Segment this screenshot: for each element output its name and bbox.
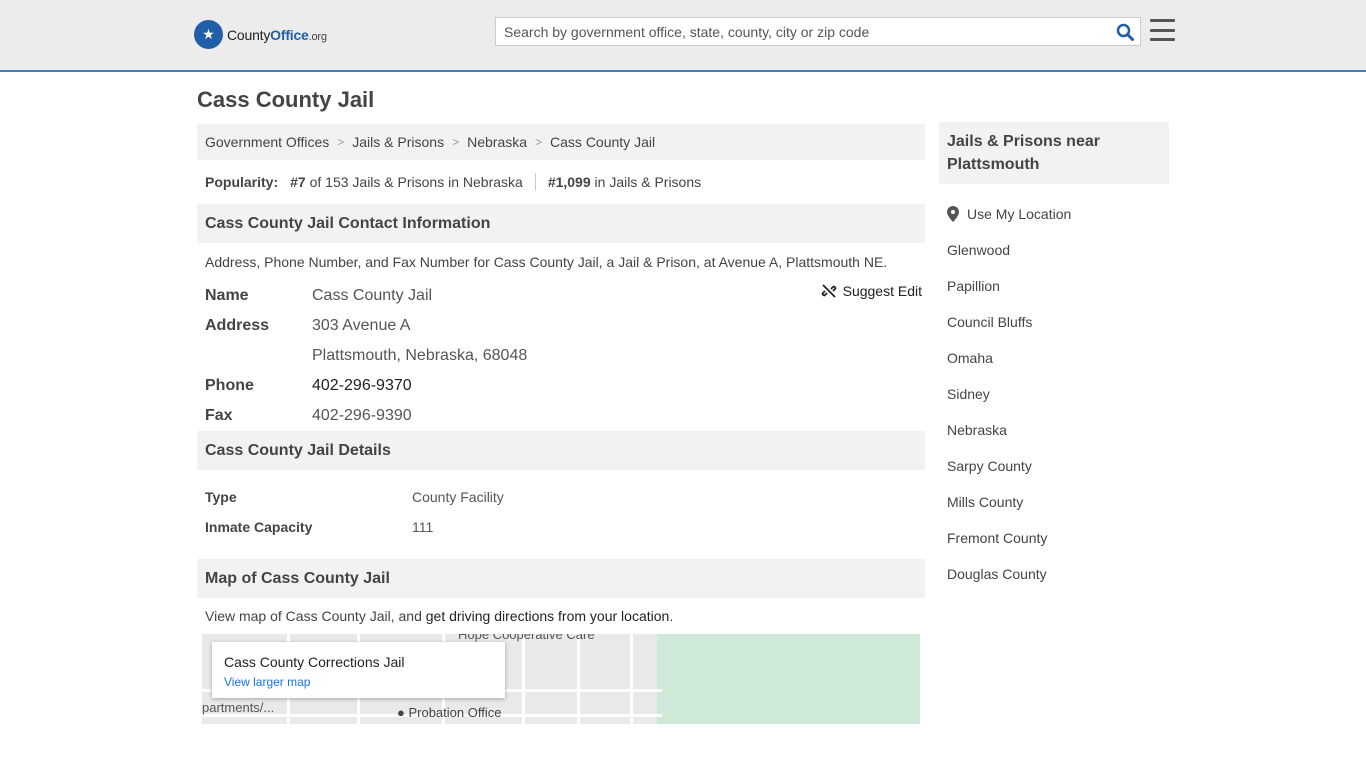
use-location-link[interactable]: Use My Location <box>967 206 1071 222</box>
state-rank: #7 <box>290 174 306 190</box>
suggest-edit-link[interactable]: Suggest Edit <box>843 283 922 299</box>
sidebar-link[interactable]: Nebraska <box>947 422 1007 438</box>
name-value: Cass County Jail <box>312 287 433 304</box>
search-input[interactable] <box>496 18 1110 45</box>
logo-wordmark: CountyOffice.org <box>227 26 327 43</box>
capacity-row: Inmate Capacity 111 <box>205 512 917 542</box>
name-label: Name <box>205 287 249 304</box>
suggest-edit[interactable]: Suggest Edit <box>821 283 922 299</box>
breadcrumb-government-offices[interactable]: Government Offices <box>205 134 329 150</box>
phone-row: Phone 402-296-9370 <box>205 371 917 401</box>
sidebar-link[interactable]: Fremont County <box>947 530 1047 546</box>
sidebar-list: Use My Location Glenwood Papillion Counc… <box>939 196 1169 592</box>
map-label-probation: ● Probation Office <box>397 705 502 720</box>
sidebar-item-sarpy-county[interactable]: Sarpy County <box>947 448 1169 484</box>
embedded-map[interactable]: Hope Cooperative Care partments/... ● Pr… <box>202 634 920 724</box>
map-label-hope: Hope Cooperative Care <box>458 634 595 642</box>
sidebar-item-fremont-county[interactable]: Fremont County <box>947 520 1169 556</box>
sidebar-link[interactable]: Glenwood <box>947 242 1010 258</box>
chevron-right-icon: > <box>337 135 345 149</box>
sidebar-item-council-bluffs[interactable]: Council Bluffs <box>947 304 1169 340</box>
national-rank-text: in Jails & Prisons <box>594 174 702 190</box>
capacity-label: Inmate Capacity <box>205 519 313 535</box>
sidebar-link[interactable]: Omaha <box>947 350 993 366</box>
address-line1: 303 Avenue A <box>312 317 411 334</box>
site-header: ★ CountyOffice.org <box>0 0 1366 72</box>
breadcrumb-nebraska[interactable]: Nebraska <box>467 134 527 150</box>
fax-value: 402-296-9390 <box>312 407 412 424</box>
breadcrumb-current: Cass County Jail <box>550 134 656 150</box>
county-seal-icon: ★ <box>194 20 223 49</box>
unlink-icon <box>821 284 837 298</box>
fax-row: Fax 402-296-9390 <box>205 401 917 431</box>
sidebar-link[interactable]: Sidney <box>947 386 990 402</box>
fax-label: Fax <box>205 407 233 424</box>
sidebar: Jails & Prisons near Plattsmouth Use My … <box>939 122 1169 592</box>
breadcrumb-jails-prisons[interactable]: Jails & Prisons <box>352 134 444 150</box>
address-row: Address 303 Avenue A <box>205 311 917 341</box>
map-road <box>630 634 633 724</box>
map-park-area <box>657 634 920 724</box>
search-icon <box>1116 23 1134 41</box>
type-label: Type <box>205 489 237 505</box>
sidebar-item-papillion[interactable]: Papillion <box>947 268 1169 304</box>
map-desc-suffix: . <box>669 608 674 624</box>
search-button[interactable] <box>1110 18 1140 45</box>
map-heading: Map of Cass County Jail <box>197 559 925 598</box>
sidebar-link[interactable]: Papillion <box>947 278 1000 294</box>
name-row: Name Cass County Jail <box>205 281 917 311</box>
national-rank: #1,099 <box>547 174 591 190</box>
contact-info: Suggest Edit Name Cass County Jail Addres… <box>197 281 925 481</box>
view-larger-map-link[interactable]: View larger map <box>224 675 493 689</box>
breadcrumb: Government Offices > Jails & Prisons > N… <box>197 124 925 160</box>
chevron-right-icon: > <box>452 135 460 149</box>
use-my-location[interactable]: Use My Location <box>947 196 1169 232</box>
map-label-apartments: partments/... <box>202 700 275 715</box>
sidebar-item-omaha[interactable]: Omaha <box>947 340 1169 376</box>
type-row: Type County Facility <box>205 482 917 512</box>
driving-directions-link[interactable]: get driving directions from your locatio… <box>426 608 670 624</box>
sidebar-item-douglas-county[interactable]: Douglas County <box>947 556 1169 592</box>
sidebar-link[interactable]: Douglas County <box>947 566 1047 582</box>
map-description: View map of Cass County Jail, and get dr… <box>197 598 925 634</box>
map-road <box>522 634 525 724</box>
chevron-right-icon: > <box>535 135 543 149</box>
map-infobox: Cass County Corrections Jail View larger… <box>212 642 505 698</box>
contact-heading: Cass County Jail Contact Information <box>197 204 925 243</box>
map-road <box>577 634 580 724</box>
type-value: County Facility <box>412 489 504 505</box>
phone-label: Phone <box>205 377 254 394</box>
address-row-2: Plattsmouth, Nebraska, 68048 <box>205 341 917 371</box>
sidebar-link[interactable]: Sarpy County <box>947 458 1032 474</box>
details-table: Type County Facility Inmate Capacity 111 <box>197 470 925 559</box>
map-desc-text: View map of Cass County Jail, and <box>205 608 426 624</box>
popularity-bar: Popularity: #7 of 153 Jails & Prisons in… <box>197 160 925 204</box>
address-label: Address <box>205 317 270 334</box>
sidebar-item-nebraska[interactable]: Nebraska <box>947 412 1169 448</box>
address-line2: Plattsmouth, Nebraska, 68048 <box>312 347 528 364</box>
sidebar-item-glenwood[interactable]: Glenwood <box>947 232 1169 268</box>
main-content: Government Offices > Jails & Prisons > N… <box>197 124 925 724</box>
page-title: Cass County Jail <box>197 87 375 112</box>
map-pin-icon <box>947 206 959 222</box>
state-rank-text: of 153 Jails & Prisons in Nebraska <box>309 174 523 190</box>
sidebar-link[interactable]: Council Bluffs <box>947 314 1032 330</box>
sidebar-heading: Jails & Prisons near Plattsmouth <box>939 122 1169 184</box>
phone-link[interactable]: 402-296-9370 <box>312 377 412 395</box>
sidebar-item-mills-county[interactable]: Mills County <box>947 484 1169 520</box>
popularity-label: Popularity: <box>205 174 279 190</box>
map-infobox-title: Cass County Corrections Jail <box>224 654 405 670</box>
sidebar-item-sidney[interactable]: Sidney <box>947 376 1169 412</box>
divider <box>534 173 536 191</box>
sidebar-link[interactable]: Mills County <box>947 494 1023 510</box>
capacity-value: 111 <box>412 519 434 535</box>
hamburger-menu-icon[interactable] <box>1150 19 1175 41</box>
contact-description: Address, Phone Number, and Fax Number fo… <box>205 254 888 270</box>
site-logo[interactable]: ★ CountyOffice.org <box>194 20 327 49</box>
search-bar <box>495 17 1141 46</box>
